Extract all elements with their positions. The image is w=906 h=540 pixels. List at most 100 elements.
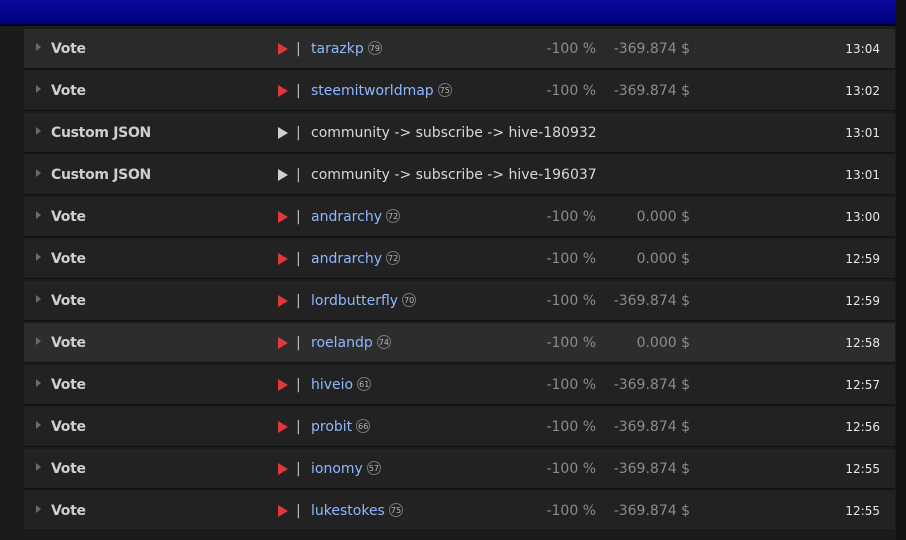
timestamp: 13:02 [845,84,880,98]
play-icon[interactable] [278,379,288,391]
operation-type: Vote [51,335,86,351]
vote-weight: -100 % [546,293,596,309]
timestamp: 13:01 [845,126,880,140]
vote-weight: -100 % [546,41,596,57]
vote-value: -369.874 $ [613,377,690,393]
operation-row[interactable]: Custom JSON | community -> subscribe -> … [24,155,895,195]
target-account-link[interactable]: roelandp 74 [311,323,391,363]
operation-row[interactable]: Vote | roelandp 74 -100 % 0.000 $ 12:58 [24,323,895,363]
play-icon[interactable] [278,505,288,517]
play-icon[interactable] [278,463,288,475]
operation-row[interactable]: Vote | steemitworldmap 75 -100 % -369.874… [24,71,895,111]
operation-row[interactable]: Vote | hiveio 61 -100 % -369.874 $ 12:57 [24,365,895,405]
reputation-badge: 61 [357,377,372,391]
vote-weight: -100 % [546,83,596,99]
separator: | [296,335,301,351]
reputation-badge: 72 [385,209,401,223]
separator: | [296,83,301,99]
separator: | [296,503,301,519]
timestamp: 12:55 [845,504,880,518]
play-icon[interactable] [278,421,288,433]
play-icon[interactable] [278,337,288,349]
operation-row[interactable]: Vote | lukestokes 75 -100 % -369.874 $ 12… [24,491,895,531]
target-account-link[interactable]: lordbutterfly 70 [311,281,417,321]
play-icon[interactable] [278,85,288,97]
operation-row[interactable]: Vote | lordbutterfly 70 -100 % -369.874 $… [24,281,895,321]
operation-type: Vote [51,293,86,309]
separator: | [296,251,301,267]
operation-type: Vote [51,419,86,435]
expand-icon[interactable] [36,253,41,261]
target-account-link[interactable]: steemitworldmap 75 [311,71,452,111]
operation-type: Vote [51,503,86,519]
operation-row[interactable]: Vote | ionomy 57 -100 % -369.874 $ 12:55 [24,449,895,489]
expand-icon[interactable] [36,211,41,219]
expand-icon[interactable] [36,169,41,177]
separator: | [296,461,301,477]
expand-icon[interactable] [36,295,41,303]
operation-row[interactable]: Vote | andrarchy 72 -100 % 0.000 $ 13:00 [24,197,895,237]
target-account-link[interactable]: probit 66 [311,407,371,447]
timestamp: 12:59 [845,294,880,308]
vote-value: 0.000 $ [636,209,690,225]
operation-row[interactable]: Custom JSON | community -> subscribe -> … [24,113,895,153]
separator: | [296,41,301,57]
operation-row[interactable]: Vote | probit 66 -100 % -369.874 $ 12:56 [24,407,895,447]
play-icon[interactable] [278,253,288,265]
scrollbar-track[interactable] [896,0,906,540]
operation-type: Custom JSON [51,125,151,141]
operation-row[interactable]: Vote | tarazkp 79 -100 % -369.874 $ 13:04 [24,29,895,69]
timestamp: 12:59 [845,252,880,266]
operation-type: Vote [51,83,86,99]
reputation-badge: 66 [356,419,371,433]
target-account-link[interactable]: hiveio 61 [311,365,372,405]
expand-icon[interactable] [36,337,41,345]
timestamp: 12:55 [845,462,880,476]
operation-type: Vote [51,461,86,477]
separator: | [296,167,301,183]
timestamp: 12:58 [845,336,880,350]
target-account-link[interactable]: ionomy 57 [311,449,382,489]
timestamp: 13:01 [845,168,880,182]
target-account-link[interactable]: tarazkp 79 [311,29,382,69]
timestamp: 12:56 [845,420,880,434]
expand-icon[interactable] [36,127,41,135]
vote-value: -369.874 $ [613,293,690,309]
custom-json-summary: community -> subscribe -> hive-180932 [311,125,597,141]
vote-weight: -100 % [546,251,596,267]
vote-weight: -100 % [546,209,596,225]
reputation-badge: 75 [437,83,452,97]
vote-value: -369.874 $ [613,419,690,435]
reputation-badge: 75 [388,503,404,517]
expand-icon[interactable] [36,463,41,471]
reputation-badge: 57 [366,461,382,475]
target-account-link[interactable]: andrarchy 72 [311,197,401,237]
target-account-link[interactable]: lukestokes 75 [311,491,404,531]
vote-value: -369.874 $ [613,83,690,99]
operation-type: Vote [51,209,86,225]
timestamp: 13:00 [845,210,880,224]
operations-list: Vote | tarazkp 79 -100 % -369.874 $ 13:04… [24,29,895,533]
operation-type: Vote [51,41,86,57]
expand-icon[interactable] [36,505,41,513]
vote-value: -369.874 $ [613,503,690,519]
target-account-link[interactable]: andrarchy 72 [311,239,401,279]
vote-value: 0.000 $ [636,335,690,351]
play-icon[interactable] [278,169,288,181]
timestamp: 13:04 [845,42,880,56]
play-icon[interactable] [278,43,288,55]
play-icon[interactable] [278,127,288,139]
operation-row[interactable]: Vote | andrarchy 72 -100 % 0.000 $ 12:59 [24,239,895,279]
expand-icon[interactable] [36,43,41,51]
play-icon[interactable] [278,211,288,223]
reputation-badge: 70 [402,293,417,307]
vote-value: 0.000 $ [636,251,690,267]
reputation-badge: 79 [367,41,382,55]
expand-icon[interactable] [36,85,41,93]
reputation-badge: 72 [385,251,401,265]
expand-icon[interactable] [36,421,41,429]
vote-weight: -100 % [546,419,596,435]
play-icon[interactable] [278,295,288,307]
vote-weight: -100 % [546,503,596,519]
expand-icon[interactable] [36,379,41,387]
